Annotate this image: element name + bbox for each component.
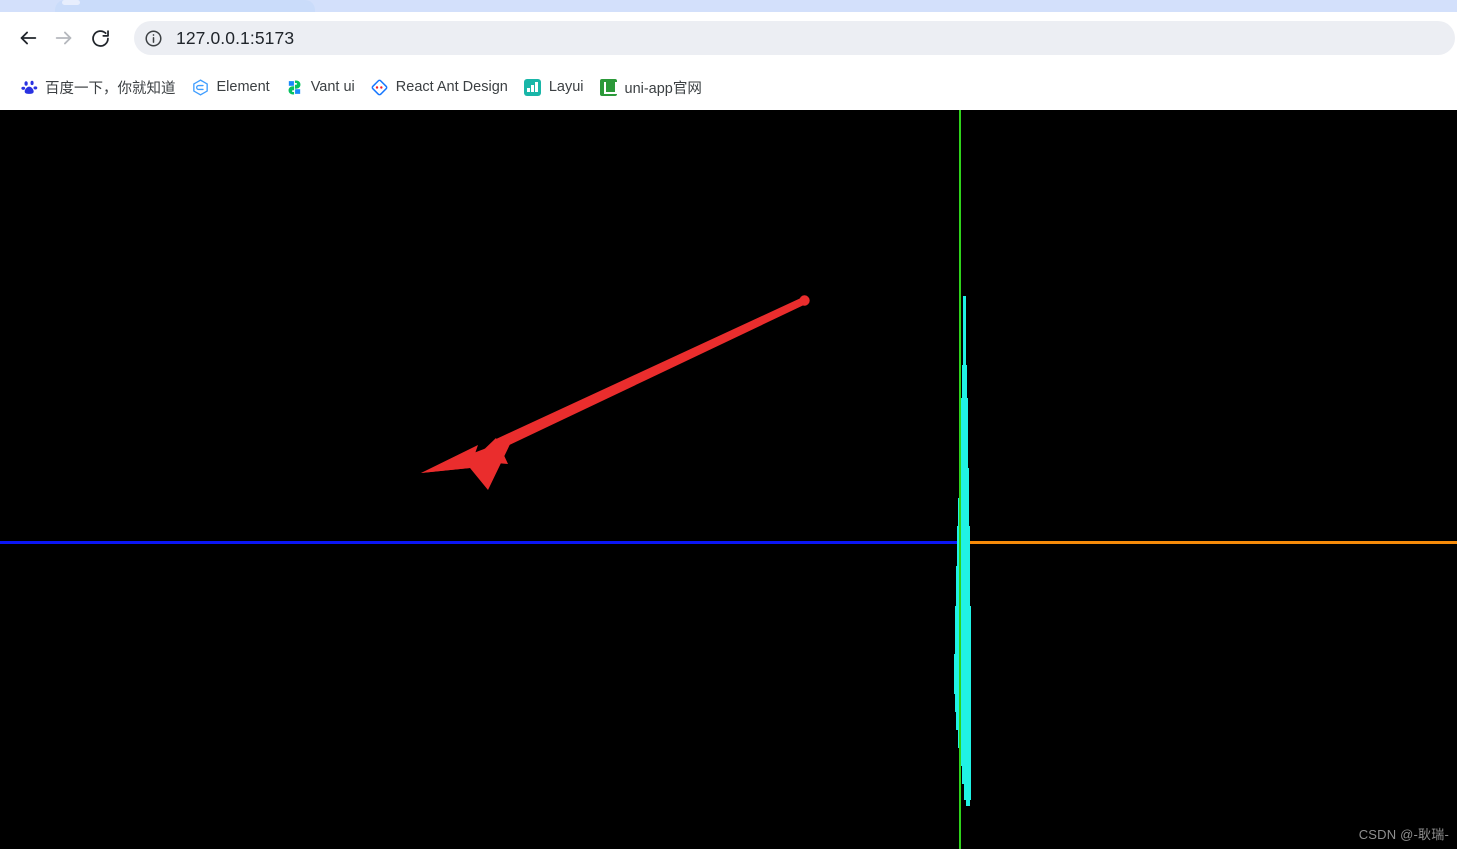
- bookmark-element[interactable]: Element: [184, 72, 278, 102]
- site-info-icon[interactable]: [140, 25, 166, 51]
- browser-toolbar: 127.0.0.1:5173: [0, 12, 1457, 64]
- forward-button[interactable]: [46, 20, 82, 56]
- bookmark-label: Layui: [548, 79, 584, 95]
- reload-icon: [90, 28, 111, 49]
- back-arrow-icon: [17, 27, 39, 49]
- waveform-segment: [962, 766, 971, 784]
- reload-button[interactable]: [82, 20, 118, 56]
- waveform-segment: [960, 436, 968, 462]
- bookmark-label: Element: [216, 79, 270, 95]
- waveform-segment: [963, 296, 966, 330]
- waveform-segment: [960, 748, 971, 766]
- waveform-segment: [966, 800, 970, 806]
- forward-arrow-icon: [53, 27, 75, 49]
- waveform-segment: [963, 330, 966, 365]
- tab-strip: [0, 0, 1457, 12]
- layui-icon: [524, 78, 542, 96]
- element-hex-icon: [192, 78, 210, 96]
- bookmark-layui[interactable]: Layui: [516, 72, 592, 102]
- waveform-segment: [955, 694, 971, 712]
- waveform-segment: [961, 398, 968, 430]
- uniapp-icon: [600, 78, 618, 96]
- bookmarks-bar: 百度一下，你就知道 Element Vant ui React Ant Desi…: [0, 64, 1457, 110]
- waveform-segment: [954, 654, 971, 688]
- bookmark-react-ant-design[interactable]: React Ant Design: [363, 72, 516, 102]
- vant-icon: [286, 78, 304, 96]
- baidu-paw-icon: [20, 78, 38, 96]
- browser-window: 127.0.0.1:5173 百度一下，你就知道 Element Vant ui…: [0, 0, 1457, 849]
- ant-design-diamond-icon: [371, 78, 389, 96]
- bookmark-label: Vant ui: [310, 79, 355, 95]
- page-viewport: [0, 110, 1457, 849]
- bookmark-vant-ui[interactable]: Vant ui: [278, 72, 363, 102]
- bookmark-label: 百度一下，你就知道: [45, 80, 176, 97]
- back-button[interactable]: [10, 20, 46, 56]
- waveform-segment: [962, 365, 967, 392]
- bookmark-uniapp[interactable]: uni-app官网: [592, 72, 710, 102]
- tab-favicon-placeholder: [62, 0, 80, 5]
- address-bar[interactable]: 127.0.0.1:5173: [134, 21, 1455, 55]
- bookmark-label: React Ant Design: [395, 79, 508, 95]
- audio-waveform-column: [0, 110, 1457, 849]
- waveform-segment: [964, 784, 971, 800]
- csdn-watermark: CSDN @-耿瑞-: [1358, 827, 1449, 842]
- waveform-segment: [955, 606, 971, 648]
- bookmark-baidu[interactable]: 百度一下，你就知道: [12, 72, 184, 102]
- url-text: 127.0.0.1:5173: [176, 27, 295, 48]
- playhead-line: [959, 110, 961, 849]
- bookmark-label: uni-app官网: [624, 80, 702, 97]
- active-tab[interactable]: [55, 0, 315, 12]
